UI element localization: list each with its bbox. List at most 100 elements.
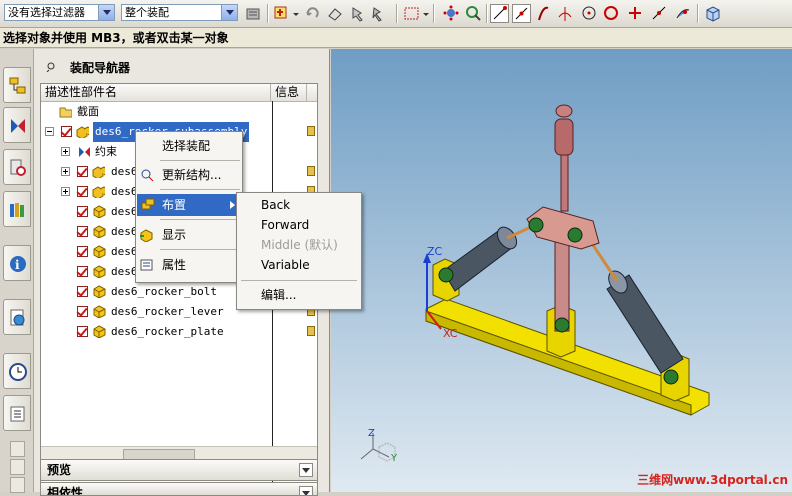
checkbox[interactable] [77, 186, 88, 197]
checkbox[interactable] [61, 126, 72, 137]
row-label: des6_rocker_bolt [111, 285, 217, 298]
part-navigator-tab[interactable] [3, 149, 31, 185]
dependencies-panel-header[interactable]: 相依性 [40, 482, 318, 496]
selection-scope-value: 整个装配 [125, 6, 169, 19]
part-cube-icon [93, 225, 106, 238]
pin-icon[interactable] [348, 4, 367, 23]
checkbox[interactable] [77, 286, 88, 297]
properties-icon [140, 259, 153, 271]
column-header-name[interactable]: 描述性部件名 [41, 84, 271, 101]
checkbox[interactable] [77, 266, 88, 277]
menu-separator [160, 219, 240, 220]
menu-item-arrangements[interactable]: 布置 [137, 194, 241, 216]
pin-top-left [528, 217, 544, 233]
menu-item-back[interactable]: Back [237, 194, 361, 216]
history-tab[interactable] [3, 353, 31, 389]
selection-scope-combo[interactable]: 整个装配 [121, 4, 238, 21]
solid-view-icon[interactable] [703, 4, 722, 23]
menu-separator [241, 280, 357, 281]
system-materials-tab[interactable] [3, 395, 31, 431]
chevron-down-icon[interactable] [299, 486, 313, 495]
paint-filter-icon[interactable] [244, 4, 263, 23]
menu-item-properties[interactable]: 属性 [136, 254, 242, 276]
column-header-info[interactable]: 信息 [271, 84, 307, 101]
dropdown-arrow-icon[interactable] [422, 4, 441, 23]
checkbox[interactable] [77, 306, 88, 317]
menu-item-select-assembly[interactable]: 选择装配 [136, 135, 242, 157]
point-on-face-icon[interactable] [674, 4, 693, 23]
menu-separator [160, 249, 240, 250]
collapse-toggle[interactable] [45, 127, 54, 136]
eraser-icon[interactable] [326, 4, 345, 23]
menu-item-middle-default: Middle (默认) [261, 238, 338, 252]
intersection-point-icon[interactable] [556, 4, 575, 23]
row-label: 截面 [77, 105, 99, 118]
view-triad [360, 433, 390, 460]
xc-label: XC [443, 327, 458, 340]
lock-icon [307, 166, 315, 176]
snap-points-icon[interactable] [442, 4, 461, 23]
checkbox[interactable] [77, 226, 88, 237]
menu-item-show[interactable]: 显示 [136, 224, 242, 246]
scroll-down-button[interactable] [10, 459, 25, 475]
select-feature-icon[interactable] [272, 4, 291, 23]
subassembly-icon [92, 186, 105, 198]
scroll-end-button[interactable] [10, 477, 25, 493]
lock-icon [307, 126, 315, 136]
selection-filter-combo[interactable]: 没有选择过滤器 [4, 4, 115, 21]
scroll-up-button[interactable] [10, 441, 25, 457]
tree-row-part[interactable]: des6_rocker_plate [41, 322, 317, 342]
expand-toggle[interactable] [61, 147, 70, 156]
triad-y-label: Y [391, 453, 398, 464]
menu-item-update-structure[interactable]: 更新结构... [136, 164, 242, 186]
mid-point-icon[interactable] [512, 4, 531, 23]
main-toolbar: 没有选择过滤器 整个装配 [0, 0, 792, 28]
arrangement-icon [141, 198, 155, 210]
undo-arrow-icon[interactable] [303, 4, 322, 23]
part-cube-icon [93, 245, 106, 258]
checkbox[interactable] [77, 206, 88, 217]
handle-grip [554, 118, 574, 156]
checkbox[interactable] [77, 246, 88, 257]
arc-center-icon[interactable] [580, 4, 599, 23]
web-browser-tab[interactable] [3, 299, 31, 335]
point-on-curve-icon[interactable] [650, 4, 669, 23]
expand-toggle[interactable] [61, 187, 70, 196]
pin-icon[interactable] [46, 62, 56, 75]
resource-bar: i [0, 49, 34, 493]
submenu-arrow-icon [230, 201, 235, 209]
preview-panel-header[interactable]: 预览 [40, 459, 318, 481]
lock-icon [307, 326, 315, 336]
end-point-icon[interactable] [490, 4, 509, 23]
panel-title: 相依性 [47, 486, 84, 496]
checkbox[interactable] [77, 326, 88, 337]
folder-icon [59, 107, 72, 118]
menu-item-edit[interactable]: 编辑... [237, 284, 361, 306]
context-menu: 选择装配 更新结构... 布置 显示 属性 [135, 131, 243, 283]
menu-item-forward[interactable]: Forward [237, 214, 361, 236]
chevron-down-icon[interactable] [299, 463, 313, 477]
handle-knob [555, 104, 573, 118]
row-label: des6_rocker_lever [111, 305, 224, 318]
reuse-library-tab[interactable] [3, 191, 31, 227]
quadrant-point-icon[interactable] [602, 4, 621, 23]
existing-point-icon[interactable] [626, 4, 645, 23]
navigator-title: 装配导航器 [70, 61, 131, 75]
constraint-navigator-tab[interactable] [3, 107, 31, 143]
graphics-window[interactable]: ZC XC Z Y 三维网www.3dportal.cn [331, 49, 792, 492]
chevron-down-icon[interactable] [221, 5, 237, 20]
rectangle-select-icon[interactable] [402, 4, 421, 23]
column-header-more[interactable] [307, 84, 317, 101]
checkbox[interactable] [77, 166, 88, 177]
assembly-model[interactable] [331, 49, 792, 492]
roles-tab[interactable]: i [3, 245, 31, 281]
control-point-icon[interactable] [534, 4, 553, 23]
move-component-icon[interactable] [370, 4, 389, 23]
menu-item-variable[interactable]: Variable [237, 254, 361, 276]
snap-settings-icon[interactable] [464, 4, 483, 23]
assembly-navigator-tab[interactable] [3, 67, 31, 103]
expand-toggle[interactable] [61, 167, 70, 176]
tree-row-section[interactable]: 截面 [41, 102, 317, 122]
chevron-down-icon[interactable] [98, 5, 114, 20]
panel-title: 预览 [47, 463, 72, 477]
